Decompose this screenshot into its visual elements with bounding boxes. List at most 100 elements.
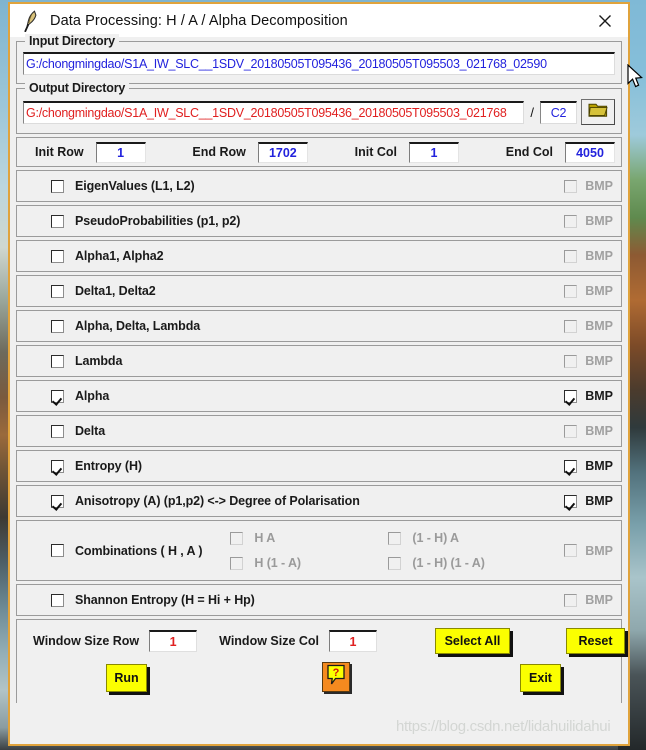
bmp-checkbox[interactable] xyxy=(564,593,578,607)
question-help-icon: ? xyxy=(326,664,346,691)
combinations-label: Combinations ( H , A ) xyxy=(75,543,203,558)
option-checkbox-alpha[interactable] xyxy=(51,389,64,403)
quill-pen-icon xyxy=(22,9,40,32)
bmp-label: BMP xyxy=(585,354,613,368)
data-processing-dialog: Data Processing: H / A / Alpha Decomposi… xyxy=(8,2,630,746)
init-col-input[interactable]: 1 xyxy=(409,141,459,163)
combination-item: H A xyxy=(230,531,388,545)
bmp-label: BMP xyxy=(585,543,613,558)
image-range-panel: Init Row 1 End Row 1702 Init Col 1 End C… xyxy=(16,137,622,167)
option-row: PseudoProbabilities (p1, p2) BMP xyxy=(16,205,622,237)
option-label: Anisotropy (A) (p1,p2) <-> Degree of Pol… xyxy=(75,494,360,508)
bmp-checkbox[interactable] xyxy=(564,354,578,368)
bmp-label: BMP xyxy=(585,424,613,438)
option-row: Lambda BMP xyxy=(16,345,622,377)
init-col-label: Init Col xyxy=(354,145,397,159)
window-size-row-label: Window Size Row xyxy=(33,634,140,648)
shannon-entropy-row: Shannon Entropy (H = Hi + Hp) BMP xyxy=(16,584,622,616)
combination-checkbox-1minush-1minusa[interactable] xyxy=(388,556,402,570)
option-row: Anisotropy (A) (p1,p2) <-> Degree of Pol… xyxy=(16,485,622,517)
input-directory-field[interactable]: G:/chongmingdao/S1A_IW_SLC__1SDV_2018050… xyxy=(23,52,615,75)
window-size-col-label: Window Size Col xyxy=(219,634,320,648)
bmp-checkbox[interactable] xyxy=(564,249,578,263)
option-checkbox-alpha-delta-lambda[interactable] xyxy=(51,319,64,333)
end-col-input[interactable]: 4050 xyxy=(565,141,615,163)
combination-checkbox-1minush-a[interactable] xyxy=(388,531,402,545)
run-button[interactable]: Run xyxy=(106,664,147,692)
window-size-col-input[interactable]: 1 xyxy=(329,630,378,652)
option-label: Alpha, Delta, Lambda xyxy=(75,319,201,333)
option-row: EigenValues (L1, L2) BMP xyxy=(16,170,622,202)
close-icon[interactable] xyxy=(586,5,624,36)
option-checkbox-lambda[interactable] xyxy=(51,354,64,368)
option-checkbox-shannon-entropy[interactable] xyxy=(51,593,64,607)
end-row-input[interactable]: 1702 xyxy=(257,141,308,163)
option-checkbox-delta[interactable] xyxy=(51,424,64,438)
option-label: Delta1, Delta2 xyxy=(75,284,156,298)
init-row-input[interactable]: 1 xyxy=(95,141,146,163)
combinations-row: Combinations ( H , A ) H A (1 - H) A H (… xyxy=(16,520,622,581)
output-directory-row: G:/chongmingdao/S1A_IW_SLC__1SDV_2018050… xyxy=(23,99,615,125)
browse-folder-button[interactable] xyxy=(581,99,615,125)
combination-label: H (1 - A) xyxy=(254,556,301,570)
bmp-checkbox[interactable] xyxy=(564,179,578,193)
window-size-row-group: Window Size Row 1 Window Size Col 1 xyxy=(33,630,378,652)
option-label: Entropy (H) xyxy=(75,459,142,473)
dialog-body: Input Directory G:/chongmingdao/S1A_IW_S… xyxy=(10,34,628,744)
option-checkbox-pseudoprobabilities[interactable] xyxy=(51,214,64,228)
bmp-checkbox[interactable] xyxy=(564,284,578,298)
option-row: Delta1, Delta2 BMP xyxy=(16,275,622,307)
option-label: Delta xyxy=(75,424,106,438)
output-subfolder-field[interactable]: C2 xyxy=(540,100,577,124)
option-row: Delta BMP xyxy=(16,415,622,447)
option-checkbox-alpha1-alpha2[interactable] xyxy=(51,249,64,263)
combination-checkbox-ha[interactable] xyxy=(230,531,244,545)
input-directory-row: G:/chongmingdao/S1A_IW_SLC__1SDV_2018050… xyxy=(23,52,615,75)
folder-icon xyxy=(588,102,608,123)
bmp-label: BMP xyxy=(585,214,613,228)
reset-button[interactable]: Reset xyxy=(566,628,625,654)
end-row-label: End Row xyxy=(192,145,246,159)
input-directory-legend: Input Directory xyxy=(25,34,119,48)
bmp-checkbox[interactable] xyxy=(564,424,578,438)
help-button[interactable]: ? xyxy=(322,662,350,692)
option-checkbox-anisotropy[interactable] xyxy=(51,494,64,508)
combination-checkbox-h-1minusa[interactable] xyxy=(230,556,244,570)
bmp-label: BMP xyxy=(585,249,613,263)
mouse-cursor xyxy=(627,63,645,90)
svg-text:?: ? xyxy=(333,667,340,679)
bmp-checkbox[interactable] xyxy=(564,319,578,333)
option-label: PseudoProbabilities (p1, p2) xyxy=(75,214,241,228)
bmp-checkbox[interactable] xyxy=(564,494,578,508)
bottom-controls-panel: Window Size Row 1 Window Size Col 1 Sele… xyxy=(16,619,625,703)
option-checkbox-eigenvalues[interactable] xyxy=(51,179,64,193)
path-separator: / xyxy=(530,104,534,120)
output-directory-legend: Output Directory xyxy=(25,81,130,95)
combination-item: (1 - H) A xyxy=(388,531,546,545)
bmp-checkbox[interactable] xyxy=(564,389,578,403)
bmp-label: BMP xyxy=(585,389,613,403)
option-checkbox-combinations[interactable] xyxy=(51,544,64,557)
combination-label: H A xyxy=(254,531,276,545)
option-row: Alpha, Delta, Lambda BMP xyxy=(16,310,622,342)
bmp-checkbox[interactable] xyxy=(564,544,578,557)
bmp-checkbox[interactable] xyxy=(564,459,578,473)
bmp-label: BMP xyxy=(585,593,613,607)
combination-label: (1 - H) A xyxy=(412,531,459,545)
bmp-checkbox[interactable] xyxy=(564,214,578,228)
combination-label: (1 - H) (1 - A) xyxy=(412,556,485,570)
end-col-label: End Col xyxy=(505,145,553,159)
output-directory-group: Output Directory G:/chongmingdao/S1A_IW_… xyxy=(16,81,622,134)
select-all-button[interactable]: Select All xyxy=(435,628,510,654)
exit-button[interactable]: Exit xyxy=(520,664,561,692)
option-label: Alpha xyxy=(75,389,110,403)
output-directory-field[interactable]: G:/chongmingdao/S1A_IW_SLC__1SDV_2018050… xyxy=(23,100,525,124)
bmp-label: BMP xyxy=(585,494,613,508)
shannon-entropy-label: Shannon Entropy (H = Hi + Hp) xyxy=(75,593,255,607)
window-size-row-input[interactable]: 1 xyxy=(149,630,198,652)
combinations-grid: H A (1 - H) A H (1 - A) (1 - H) (1 - A) xyxy=(230,526,546,576)
option-checkbox-delta1-delta2[interactable] xyxy=(51,284,64,298)
title-bar: Data Processing: H / A / Alpha Decomposi… xyxy=(10,4,628,37)
option-checkbox-entropy[interactable] xyxy=(51,459,64,473)
init-row-label: Init Row xyxy=(35,145,84,159)
